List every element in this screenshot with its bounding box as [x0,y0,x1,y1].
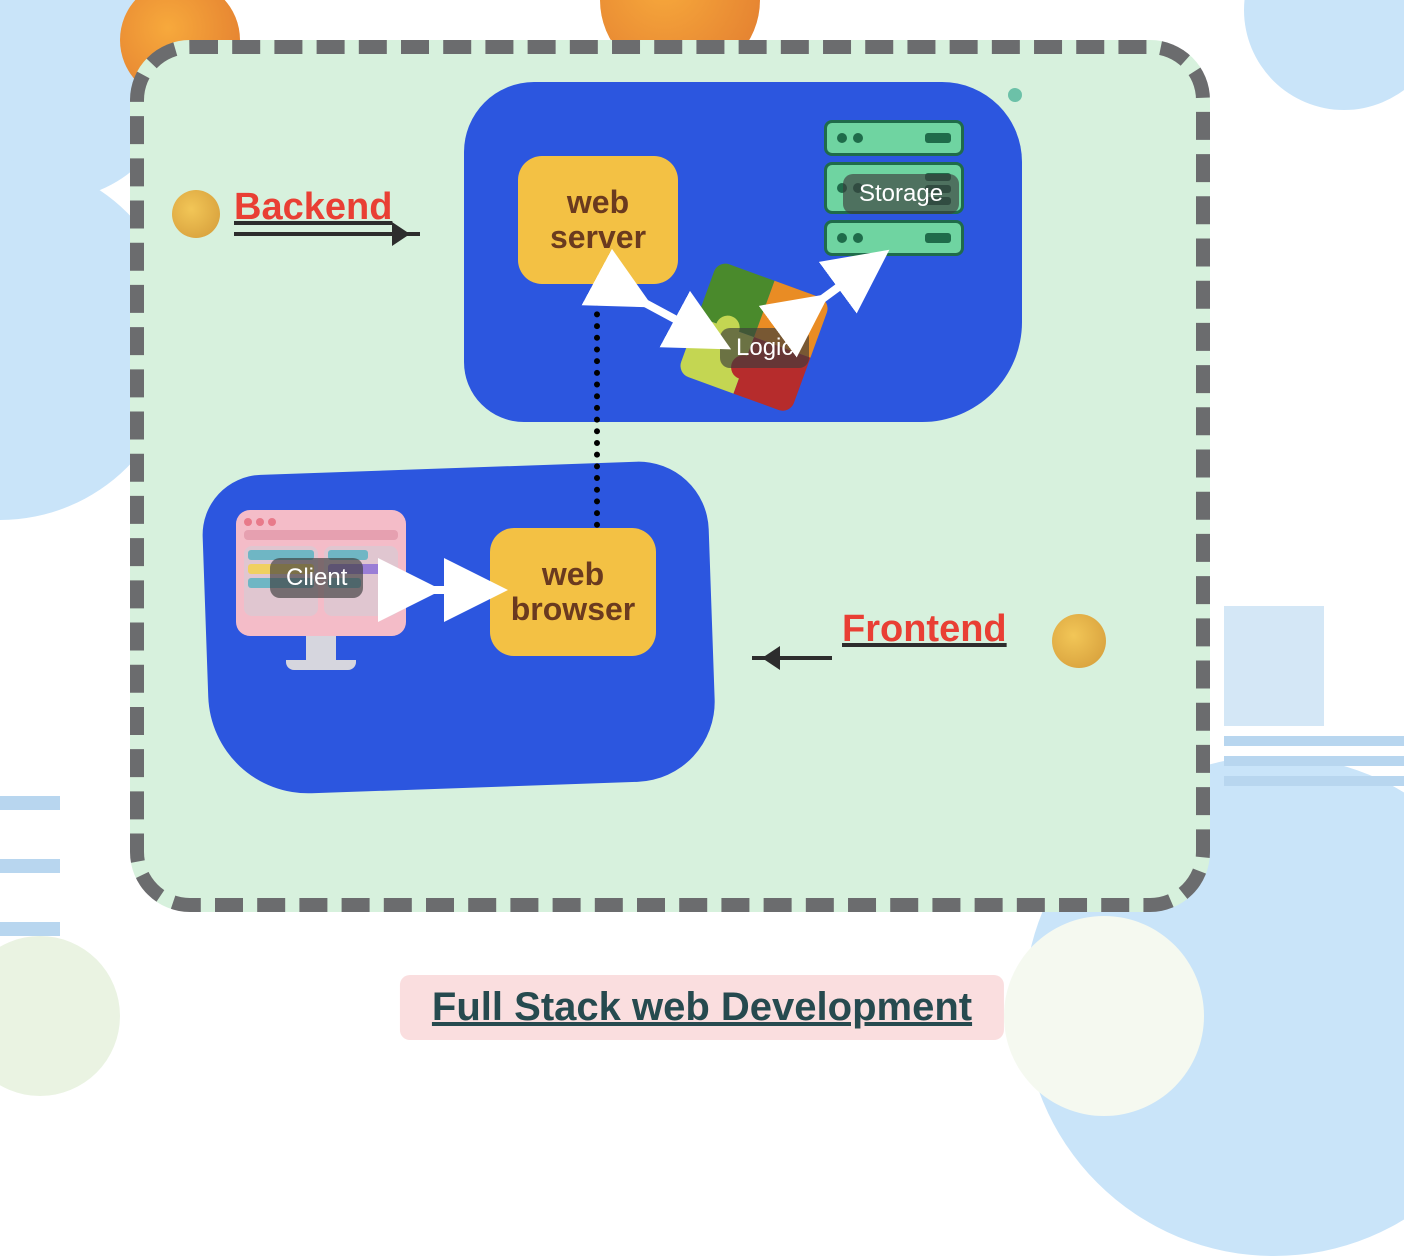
decorative-circle-icon [172,190,220,238]
storage-label: Storage [843,174,959,214]
arrow-right-icon [234,232,420,236]
logic-label: Logic [720,328,809,368]
backend-section-label: Backend [234,186,392,229]
frontend-section-label: Frontend [842,608,1007,651]
bg-shape [0,936,120,1096]
client-label: Client [270,558,363,598]
web-browser-label: web browser [498,557,648,627]
bg-shape [1244,0,1404,110]
bg-shape [1224,606,1404,776]
decorative-circle-icon [1052,614,1106,668]
bg-shape [0,796,60,936]
bg-shape [1004,916,1204,1116]
web-server-label: web server [526,185,670,255]
decorative-dot-icon [1008,88,1022,102]
web-browser-node: web browser [490,528,656,656]
diagram-title: Full Stack web Development [400,975,1004,1040]
arrow-left-icon [752,656,832,660]
dotted-connector-line [594,288,600,528]
web-server-node: web server [518,156,678,284]
